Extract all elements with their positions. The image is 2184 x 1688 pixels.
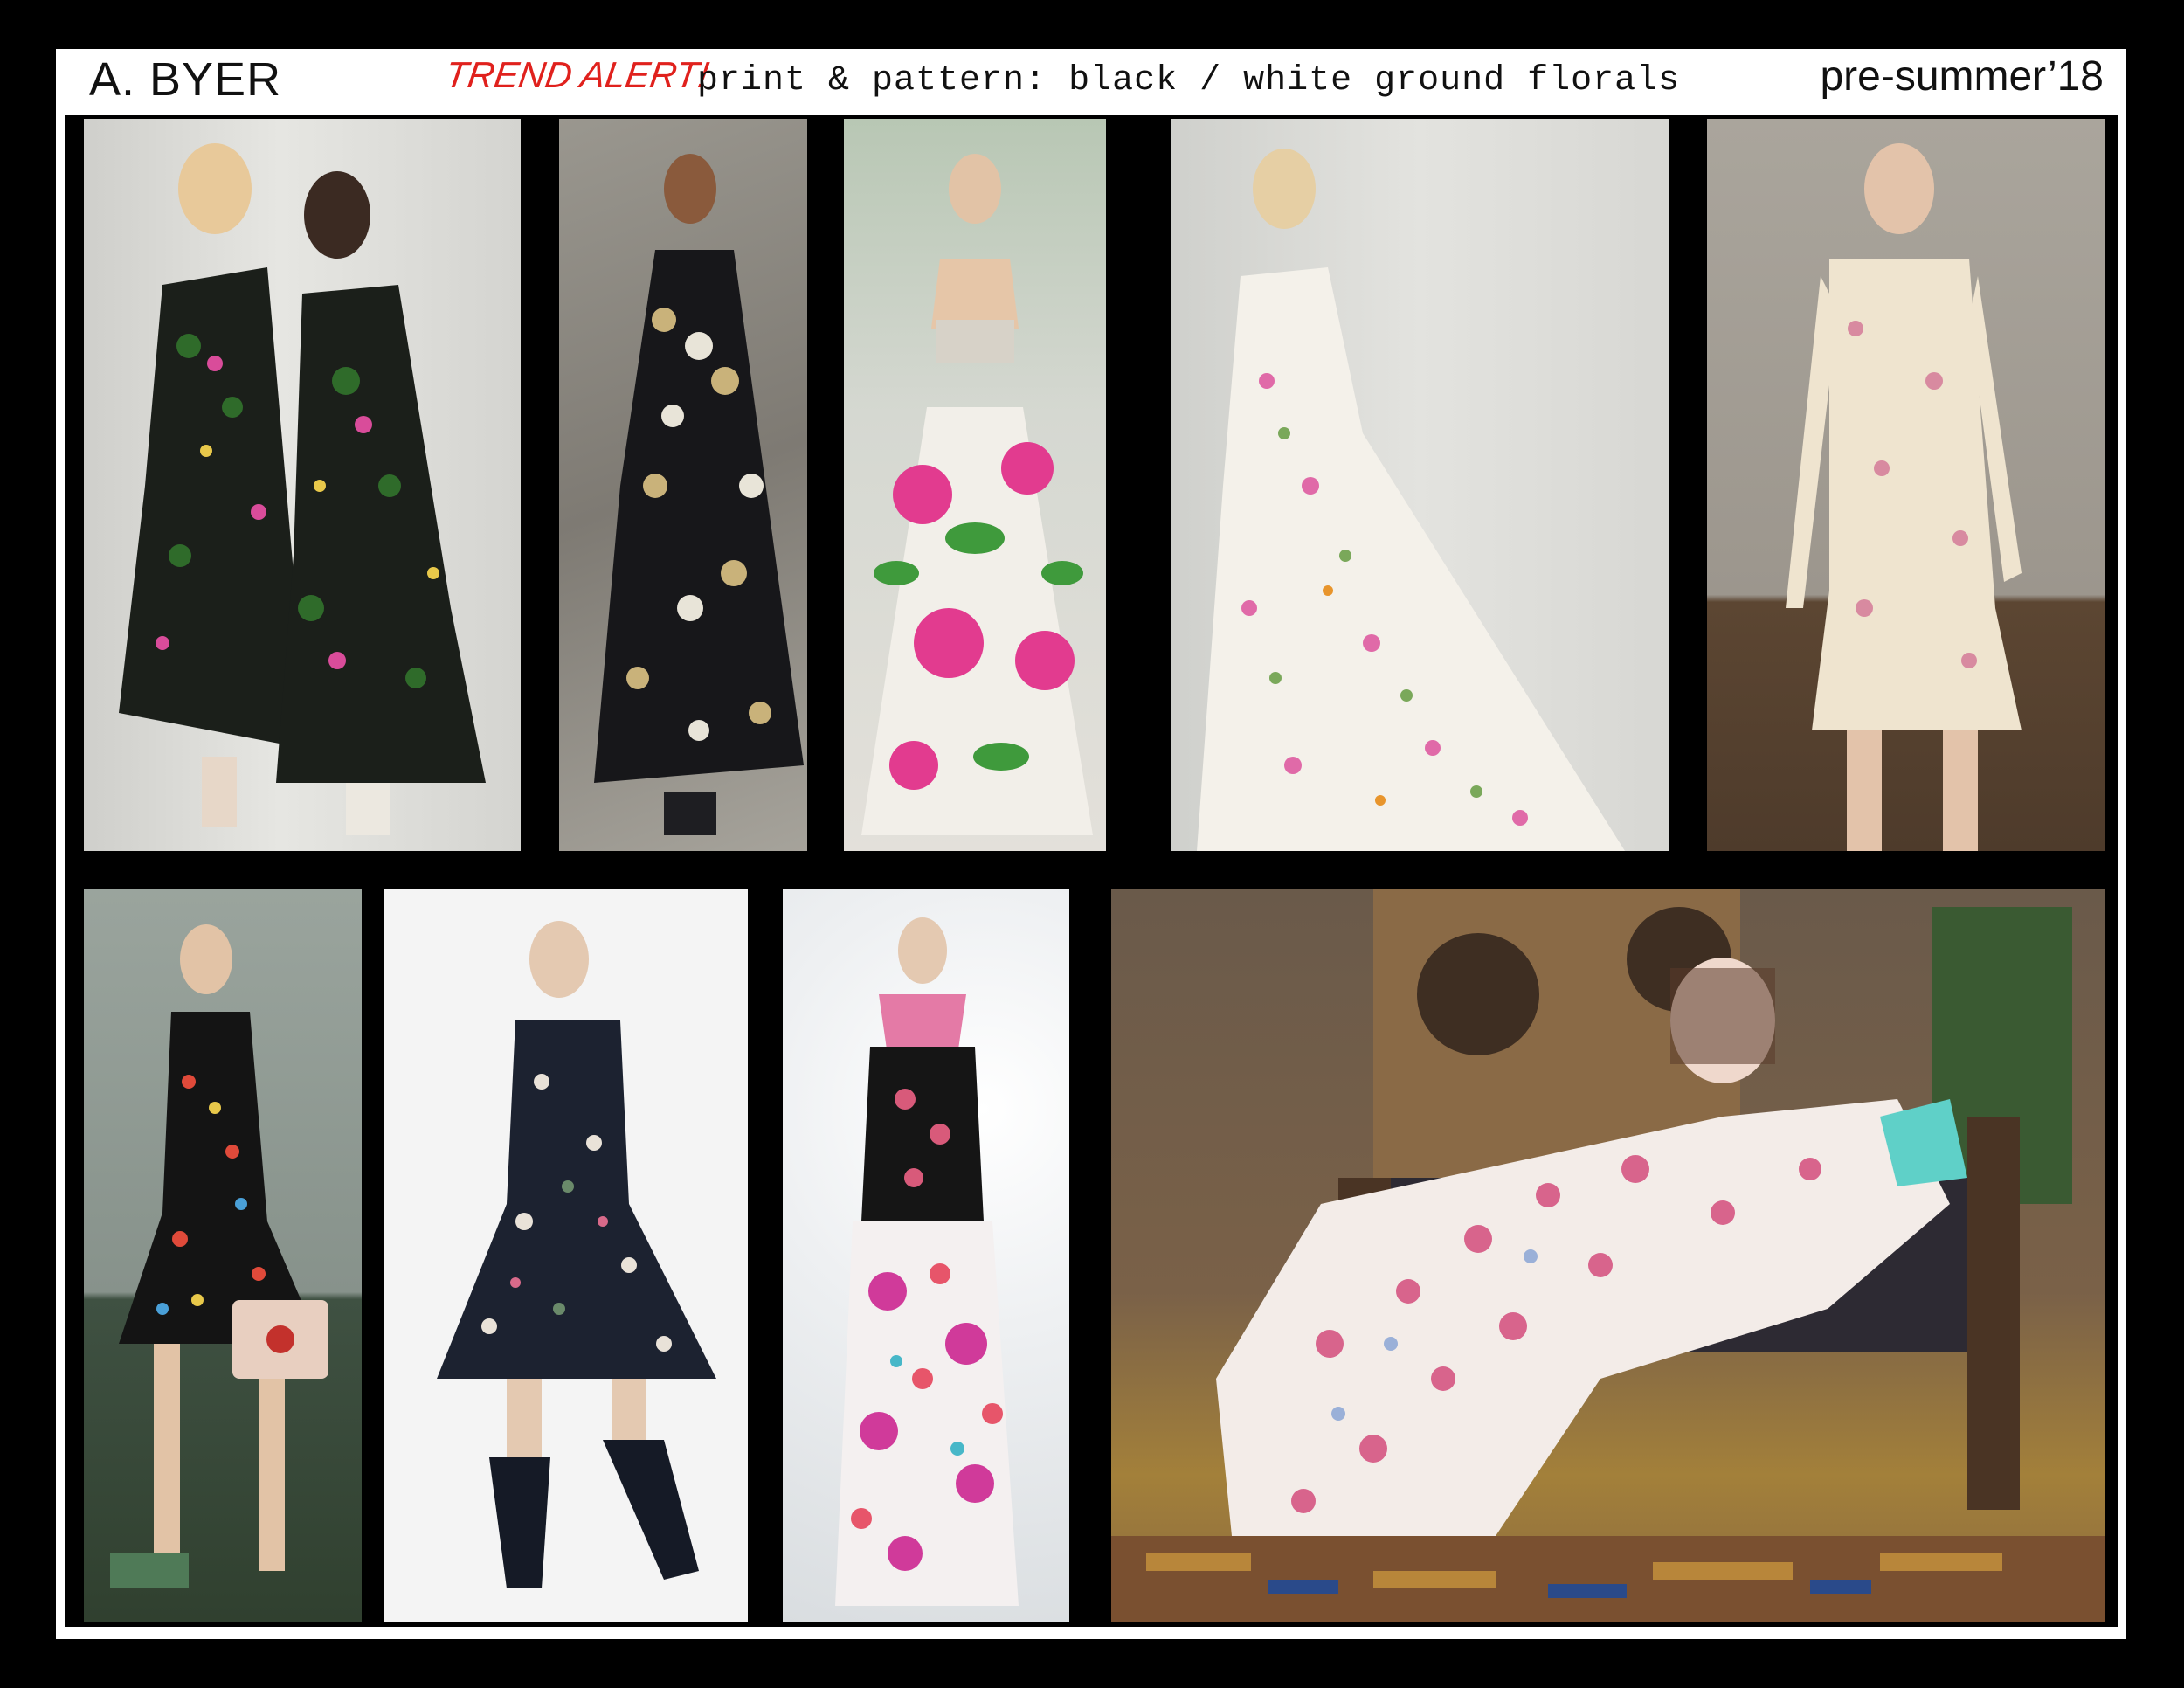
photo-6 — [84, 889, 362, 1622]
photo-4 — [1171, 119, 1669, 851]
photo-grid — [65, 115, 2118, 1627]
photo-7 — [384, 889, 748, 1622]
photo-5 — [1707, 119, 2105, 851]
trend-board: A. BYER TREND ALERT! print & pattern: bl… — [0, 0, 2184, 1688]
header-bar: A. BYER TREND ALERT! print & pattern: bl… — [56, 49, 2126, 108]
photo-8 — [783, 889, 1069, 1622]
brand-name: A. BYER — [89, 53, 282, 106]
season-label: pre-summer’18 — [1820, 53, 2104, 100]
photo-frame — [56, 108, 2126, 1639]
photo-9 — [1111, 889, 2105, 1622]
photo-2 — [559, 119, 807, 851]
photo-1 — [84, 119, 521, 851]
trend-topic: print & pattern: black / white ground fl… — [697, 61, 1681, 100]
photo-3 — [844, 119, 1106, 851]
trend-alert-label: TREND ALERT! — [442, 54, 712, 95]
